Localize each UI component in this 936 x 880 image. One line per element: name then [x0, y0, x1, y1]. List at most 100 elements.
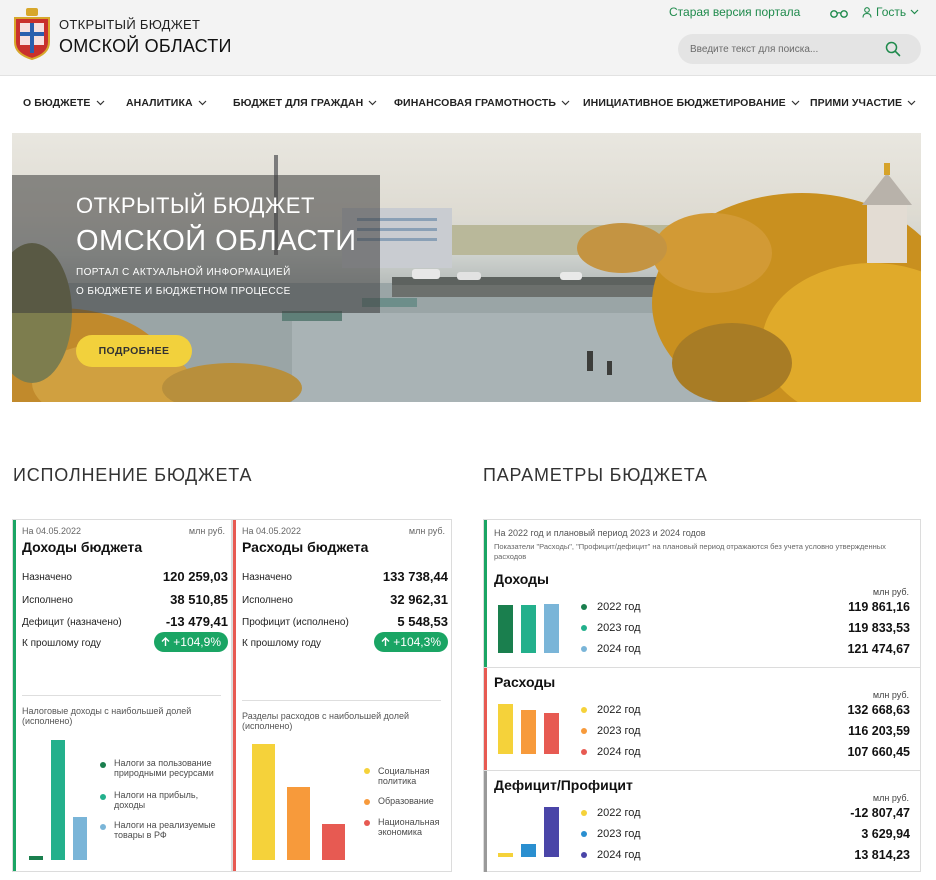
expense-row-surplus: Профицит (исполнено) 5 548,53	[242, 614, 448, 629]
hero-title-top: ОТКРЫТЫЙ БЮДЖЕТ	[76, 193, 315, 218]
nav-item-analytics[interactable]: АНАЛИТИКА	[126, 97, 207, 109]
row-value: 121 474,67	[847, 642, 910, 656]
block-row: 2022 год -12 807,47	[581, 806, 910, 820]
legend-dot	[100, 762, 106, 768]
row-year: 2024 год	[597, 643, 641, 655]
block-row: 2022 год 119 861,16	[581, 600, 910, 614]
coat-of-arms-icon[interactable]	[12, 8, 52, 60]
nav-item-about[interactable]: О БЮДЖЕТЕ	[23, 97, 105, 109]
search-input[interactable]	[690, 40, 880, 58]
row-year: 2023 год	[597, 725, 641, 737]
chevron-down-icon	[791, 100, 800, 106]
growth-badge: +104,3%	[374, 632, 448, 652]
chart-caption: Налоговые доходы с наибольшей долей (исп…	[22, 706, 192, 726]
hero-subtitle-line1: ПОРТАЛ С АКТУАЛЬНОЙ ИНФОРМАЦИЕЙ	[76, 267, 291, 278]
legend-dot	[364, 799, 370, 805]
chevron-down-icon	[561, 100, 570, 106]
block-row: 2022 год 132 668,63	[581, 703, 910, 717]
block-title: Дефицит/Профицит	[494, 777, 633, 793]
row-label: Назначено	[242, 572, 292, 583]
nav-label: О БЮДЖЕТЕ	[23, 97, 91, 109]
nav-label: БЮДЖЕТ ДЛЯ ГРАЖДАН	[233, 97, 364, 109]
chart-bar	[521, 605, 536, 653]
legend-item: Социальная политика	[378, 766, 430, 786]
income-row-prev-year: К прошлому году +104,9%	[22, 632, 228, 652]
row-value: 13 814,23	[854, 848, 910, 862]
legend-dot	[100, 824, 106, 830]
user-icon	[862, 6, 872, 18]
expense-card[interactable]: На 04.05.2022 млн руб. Расходы бюджета Н…	[232, 519, 452, 872]
row-year: 2022 год	[597, 601, 641, 613]
block-accent	[484, 668, 487, 770]
legend-dot	[581, 646, 587, 652]
row-value: 5 548,53	[397, 614, 448, 629]
nav-item-citizens[interactable]: БЮДЖЕТ ДЛЯ ГРАЖДАН	[233, 97, 377, 109]
chevron-down-icon	[368, 100, 377, 106]
row-value: 116 203,59	[848, 724, 910, 738]
card-date: На 04.05.2022	[242, 526, 302, 536]
row-year: 2024 год	[597, 746, 641, 758]
income-row-deficit: Дефицит (назначено) -13 479,41	[22, 614, 228, 629]
legend-dot	[581, 852, 587, 858]
guest-menu[interactable]: Гость	[862, 5, 919, 19]
block-row: 2023 год 119 833,53	[581, 621, 910, 635]
divider	[22, 695, 221, 696]
row-value: 107 660,45	[847, 745, 910, 759]
chart-bar	[521, 844, 536, 857]
more-button[interactable]: ПОДРОБНЕЕ	[76, 335, 192, 367]
legend-item: Образование	[378, 796, 434, 806]
params-block-income[interactable]: Доходы млн руб. 2022 год 119 861,16 2023…	[484, 520, 920, 667]
legend-dot	[581, 728, 587, 734]
income-row-executed: Исполнено 38 510,85	[22, 592, 228, 607]
section-title-params: ПАРАМЕТРЫ БЮДЖЕТА	[483, 465, 708, 485]
old-portal-link[interactable]: Старая версия портала	[669, 5, 800, 19]
brand-title-top: ОТКРЫТЫЙ БЮДЖЕТ	[59, 17, 201, 32]
chart-bar	[498, 853, 513, 857]
block-title: Расходы	[494, 674, 556, 690]
row-year: 2022 год	[597, 704, 641, 716]
block-row: 2023 год 3 629,94	[581, 827, 910, 841]
legend-dot	[581, 625, 587, 631]
legend-dot	[364, 768, 370, 774]
legend-dot	[581, 707, 587, 713]
nav-item-initiative[interactable]: ИНИЦИАТИВНОЕ БЮДЖЕТИРОВАНИЕ	[583, 97, 800, 109]
params-block-expenses[interactable]: Расходы млн руб. 2022 год 132 668,63 202…	[484, 668, 920, 770]
legend-item: Налоги за пользование природными ресурса…	[114, 758, 214, 778]
row-label: Дефицит (назначено)	[22, 617, 122, 628]
divider	[242, 700, 441, 701]
expense-row-prev-year: К прошлому году +104,3%	[242, 632, 448, 652]
row-year: 2022 год	[597, 807, 641, 819]
row-year: 2023 год	[597, 828, 641, 840]
glasses-icon[interactable]	[830, 8, 848, 18]
card-title: Расходы бюджета	[242, 539, 369, 555]
chevron-down-icon	[198, 100, 207, 106]
row-value: 133 738,44	[382, 569, 448, 584]
search-box	[678, 34, 921, 64]
nav-item-literacy[interactable]: ФИНАНСОВАЯ ГРАМОТНОСТЬ	[394, 97, 570, 109]
chart-bar	[51, 740, 65, 860]
nav-label: АНАЛИТИКА	[126, 97, 193, 109]
row-value: 119 833,53	[848, 621, 910, 635]
block-accent	[484, 520, 487, 667]
nav-item-participate[interactable]: ПРИМИ УЧАСТИЕ	[810, 97, 916, 109]
chart-bar	[252, 744, 275, 860]
row-value: 38 510,85	[170, 592, 228, 607]
income-card[interactable]: На 04.05.2022 млн руб. Доходы бюджета На…	[12, 519, 232, 872]
row-label: Профицит (исполнено)	[242, 617, 349, 628]
growth-value: +104,3%	[393, 635, 441, 649]
section-title-execution: ИСПОЛНЕНИЕ БЮДЖЕТА	[13, 465, 253, 485]
legend-dot	[581, 810, 587, 816]
chart-bar	[521, 710, 536, 754]
chart-bar	[287, 787, 310, 860]
site-header: ОТКРЫТЫЙ БЮДЖЕТ ОМСКОЙ ОБЛАСТИ Старая ве…	[0, 0, 936, 76]
chevron-down-icon	[96, 100, 104, 106]
params-block-deficit[interactable]: Дефицит/Профицит млн руб. 2022 год -12 8…	[484, 771, 920, 872]
chart-bar	[498, 704, 513, 754]
block-accent	[484, 771, 487, 872]
card-title: Доходы бюджета	[22, 539, 143, 555]
legend-item: Национальная экономика	[378, 817, 440, 837]
chevron-down-icon	[907, 100, 916, 106]
search-icon[interactable]	[885, 41, 901, 57]
legend-item: Налоги на прибыль, доходы	[114, 790, 199, 810]
growth-badge: +104,9%	[154, 632, 228, 652]
